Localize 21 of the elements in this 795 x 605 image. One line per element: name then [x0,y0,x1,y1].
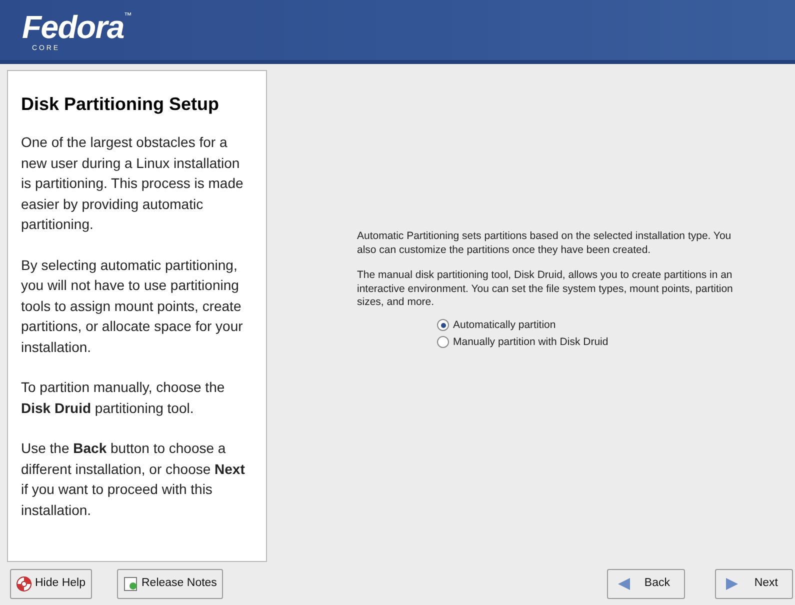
help-paragraph: One of the largest obstacles for a new user during a Linux installation is partitioning. This process is made easier by providing automatic partitioning. [21,133,244,234]
trademark: ™ [124,12,132,20]
help-paragraph: To partition manually, choose the Disk Druid partitioning tool. [21,378,226,418]
left-arrow-icon [616,576,632,592]
back-button[interactable]: Back [607,569,685,599]
next-button[interactable]: Next [715,569,793,599]
help-paragraph: Use the Back button to choose a different installation, or choose Next if you want to proceed with this installation. [21,439,246,520]
description-paragraph: Automatic Partitioning sets partitions based on the selected installation type. You also can customize the partitions once they have been created. [357,230,732,257]
help-title: Disk Partitioning Setup [21,93,220,115]
right-arrow-icon [724,576,740,592]
help-paragraph: By selecting automatic partitioning, you will not have to use partitioning tools to assign mount points, create partitions, or allocate space for your installation. [21,256,244,356]
option-label[interactable]: Automatically partition [453,318,556,332]
description-paragraph: The manual disk partitioning tool, Disk Druid, allows you to create partitions in an interactive environment. You can set the file system types, mount points, partition sizes, and more. [357,269,734,310]
document-icon [122,576,138,592]
option-label[interactable]: Manually partition with Disk Druid [453,334,608,350]
hide-help-button[interactable]: Hide Help [10,569,92,599]
fedora-logo: Fedora [22,10,124,44]
release-notes-button[interactable]: Release Notes [116,569,223,599]
lifebuoy-icon [16,576,32,592]
radio-button[interactable] [437,319,449,331]
radio-button[interactable] [437,336,449,348]
